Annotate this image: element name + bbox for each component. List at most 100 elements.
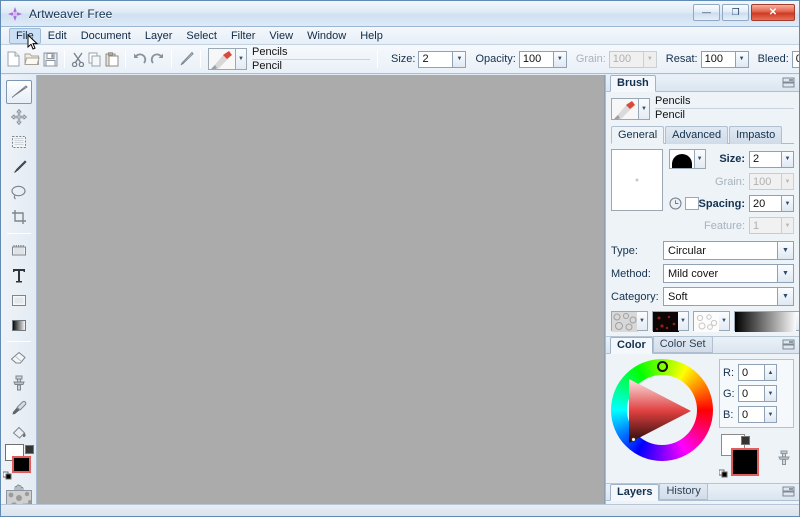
paper-texture-selector[interactable]: ▼ (611, 311, 648, 332)
new-document-button[interactable] (5, 48, 22, 70)
foreground-color-swatch[interactable] (12, 456, 31, 473)
brush-preset-selector[interactable]: ▼ Pencils Pencil (208, 46, 370, 72)
option-opacity-stepper[interactable]: ▼ (552, 50, 567, 68)
combo-category-arrow-icon[interactable]: ▼ (777, 288, 793, 305)
brush-panel-thumbnail[interactable] (611, 97, 639, 120)
field-spacing-input[interactable] (749, 195, 781, 212)
tool-eraser[interactable] (6, 346, 32, 370)
tab-brush[interactable]: Brush (610, 75, 656, 92)
grain-swatch-icon[interactable] (693, 311, 720, 332)
subtab-general[interactable]: General (611, 126, 665, 144)
subtab-advanced[interactable]: Advanced (665, 126, 729, 144)
save-document-button[interactable] (42, 48, 59, 70)
copy-button[interactable] (87, 48, 103, 70)
tool-palette-knife[interactable] (6, 238, 32, 262)
pattern-dropdown-arrow[interactable]: ▼ (678, 311, 689, 331)
field-spacing-spinner[interactable]: ▼ (749, 195, 794, 212)
reset-colors-icon[interactable] (2, 469, 14, 480)
tool-move[interactable] (6, 105, 32, 129)
option-opacity-input[interactable] (518, 50, 553, 68)
option-size-stepper[interactable]: ▼ (452, 50, 467, 68)
tab-history[interactable]: History (659, 483, 708, 500)
spacing-controls[interactable] (669, 197, 699, 210)
brush-preset-dropdown-arrow[interactable]: ▼ (236, 48, 247, 70)
gradient-selector[interactable]: ▼ (734, 311, 799, 332)
brush-panel-dropdown-arrow[interactable]: ▼ (639, 97, 650, 120)
cut-button[interactable] (70, 48, 86, 70)
grain-dropdown-arrow[interactable]: ▼ (719, 311, 730, 331)
menu-item-edit[interactable]: Edit (41, 28, 74, 44)
undo-button[interactable] (131, 48, 148, 70)
close-button[interactable]: ✕ (751, 4, 795, 21)
color-swap-mini-icon[interactable] (25, 445, 34, 454)
tool-paintbrush[interactable] (5, 80, 32, 104)
menu-item-window[interactable]: Window (300, 28, 353, 44)
combo-method-arrow-icon[interactable]: ▼ (777, 265, 793, 282)
paper-texture-swatch-icon[interactable] (611, 311, 638, 332)
gradient-dropdown-arrow[interactable]: ▼ (796, 311, 799, 331)
canvas-workspace[interactable] (37, 75, 605, 516)
paper-texture-dropdown-arrow[interactable]: ▼ (637, 311, 648, 331)
brush-shape-selector[interactable]: ▼ (668, 149, 706, 169)
rgb-spinner-b[interactable]: ▼ (738, 406, 777, 423)
redo-button[interactable] (149, 48, 166, 70)
open-document-button[interactable] (23, 48, 41, 70)
option-opacity-spinner[interactable]: ▼ (518, 50, 567, 68)
tool-color-swatches[interactable] (2, 444, 34, 480)
tool-text[interactable] (6, 263, 32, 287)
rgb-spinner-g[interactable]: ▼ (738, 385, 777, 402)
option-bleed-spinner[interactable]: ▼ (791, 50, 799, 68)
brush-shape-dropdown-arrow[interactable]: ▼ (694, 149, 706, 169)
brush-tool-button[interactable] (177, 48, 195, 70)
menu-item-file[interactable]: File (9, 27, 41, 44)
tool-pencil[interactable] (6, 155, 32, 179)
menu-item-filter[interactable]: Filter (224, 28, 262, 44)
layers-panel-menu-icon[interactable] (782, 486, 795, 497)
option-resat-spinner[interactable]: ▼ (700, 50, 749, 68)
pattern-swatch-icon[interactable] (652, 311, 679, 332)
color-wheel[interactable] (611, 359, 713, 461)
rgb-input-b[interactable] (738, 406, 764, 423)
tool-rectangle-select[interactable] (6, 130, 32, 154)
rgb-stepper-r[interactable]: ▲ (764, 364, 777, 381)
field-size-spinner[interactable]: ▼ (749, 150, 794, 168)
option-resat-input[interactable] (700, 50, 735, 68)
tool-gradient[interactable] (6, 313, 32, 337)
combo-category[interactable]: Soft ▼ (663, 287, 794, 306)
brush-shape-swatch[interactable] (668, 149, 695, 169)
tab-layers[interactable]: Layers (610, 484, 660, 501)
subtab-impasto[interactable]: Impasto (729, 126, 783, 144)
color-wheel-marker[interactable] (657, 361, 668, 372)
tab-color[interactable]: Color (610, 337, 653, 354)
color-triangle-marker[interactable] (631, 437, 636, 442)
tool-lasso[interactable] (6, 180, 32, 204)
spacing-toggle-box[interactable] (684, 197, 699, 210)
pattern-selector[interactable]: ▼ (652, 311, 689, 332)
color-panel-menu-icon[interactable] (782, 339, 795, 350)
option-size-input[interactable] (418, 50, 453, 68)
combo-type-arrow-icon[interactable]: ▼ (777, 242, 793, 259)
timing-icon[interactable] (669, 197, 682, 210)
tool-crop[interactable] (6, 205, 32, 229)
tool-eyedropper[interactable] (6, 396, 32, 420)
field-size-stepper[interactable]: ▼ (781, 150, 794, 168)
rgb-input-g[interactable] (738, 385, 764, 402)
field-size-input[interactable] (749, 150, 781, 168)
rgb-stepper-b[interactable]: ▼ (764, 406, 777, 423)
gradient-swatch-icon[interactable] (734, 311, 797, 332)
grain-selector[interactable]: ▼ (693, 311, 730, 332)
panel-menu-icon[interactable] (782, 77, 795, 88)
maximize-button[interactable]: ❐ (722, 4, 749, 21)
menu-item-select[interactable]: Select (179, 28, 224, 44)
tab-color-set[interactable]: Color Set (652, 336, 713, 353)
combo-method[interactable]: Mild cover ▼ (663, 264, 794, 283)
tool-clone-stamp[interactable] (6, 371, 32, 395)
menu-item-help[interactable]: Help (353, 28, 390, 44)
field-spacing-stepper[interactable]: ▼ (781, 195, 794, 212)
clone-color-icon[interactable] (776, 450, 792, 466)
tool-shape[interactable] (6, 288, 32, 312)
rgb-input-r[interactable] (738, 364, 764, 381)
rgb-spinner-r[interactable]: ▲ (738, 364, 777, 381)
minimize-button[interactable]: — (693, 4, 720, 21)
paste-button[interactable] (104, 48, 120, 70)
